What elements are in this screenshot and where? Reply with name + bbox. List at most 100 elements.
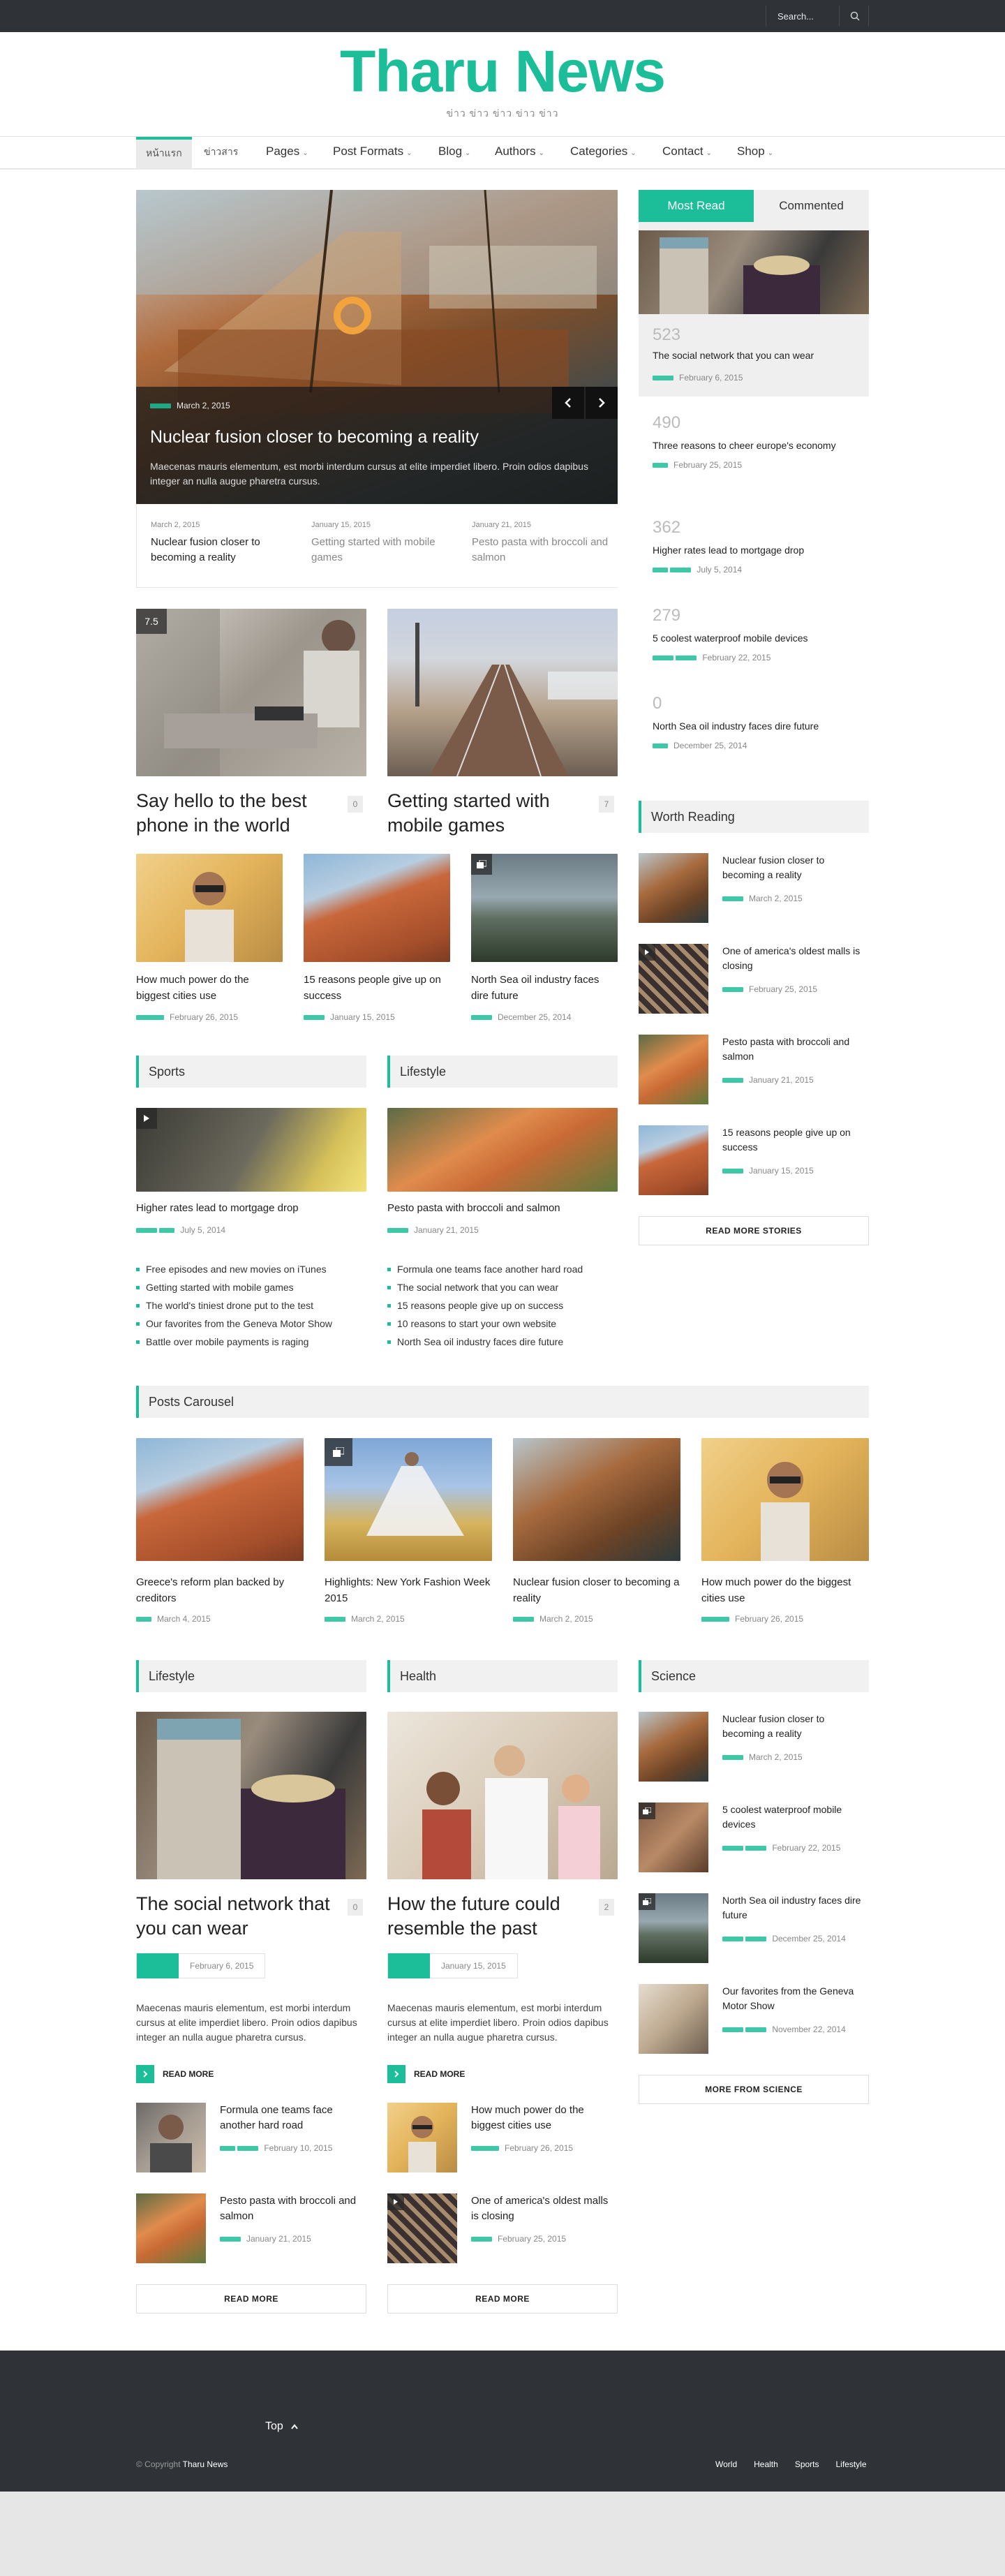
comment-count[interactable]: 2 <box>599 1899 614 1916</box>
post-thumbnail[interactable] <box>639 1125 708 1195</box>
section-heading-sports[interactable]: Sports <box>136 1056 366 1088</box>
carousel-title[interactable]: Highlights: New York Fashion Week 2015 <box>325 1575 492 1606</box>
category-chip[interactable] <box>388 1953 430 1978</box>
post-title[interactable]: Nuclear fusion closer to becoming a real… <box>722 853 869 882</box>
list-item[interactable]: 15 reasons people give up on success <box>387 1296 618 1315</box>
post-thumbnail[interactable] <box>639 1893 708 1963</box>
post-title[interactable]: Pesto pasta with broccoli and salmon <box>220 2193 366 2224</box>
category-chip[interactable] <box>745 1937 767 1942</box>
carousel-thumbnail[interactable] <box>513 1438 680 1561</box>
category-chip[interactable] <box>136 1617 151 1622</box>
comment-count[interactable]: 7 <box>599 796 614 813</box>
most-read-item[interactable]: 0 North Sea oil industry faces dire futur… <box>653 694 855 750</box>
post-title[interactable]: How much power do the biggest cities use <box>471 2103 618 2133</box>
post-title[interactable]: Pesto pasta with broccoli and salmon <box>387 1202 560 1214</box>
post-title[interactable]: North Sea oil industry faces dire future <box>471 972 618 1004</box>
more-from-science-button[interactable]: MORE FROM SCIENCE <box>639 2075 869 2104</box>
footer-link-world[interactable]: World <box>715 2459 737 2469</box>
post-title[interactable]: 15 reasons people give up on success <box>722 1125 869 1155</box>
category-chip[interactable] <box>701 1617 729 1622</box>
carousel-thumbnail[interactable] <box>325 1438 492 1561</box>
post-title[interactable]: The social network that you can wear <box>136 1892 338 1941</box>
nav-item-news[interactable]: ข่าวสาร <box>204 137 238 169</box>
post-thumbnail[interactable] <box>136 1712 366 1879</box>
post-title[interactable]: 15 reasons people give up on success <box>304 972 450 1004</box>
lifestyle-read-more-button[interactable]: READ MORE <box>136 2284 366 2314</box>
featured-title[interactable]: Say hello to the best phone in the world <box>136 789 338 838</box>
category-chip[interactable] <box>220 2237 241 2242</box>
nav-item-categories[interactable]: Categories ⌄ <box>570 137 636 169</box>
category-chip[interactable] <box>159 1228 175 1234</box>
category-chip[interactable] <box>387 1228 408 1234</box>
most-read-item[interactable]: 362 Higher rates lead to mortgage drop Ju… <box>653 518 855 575</box>
tab-most-read[interactable]: Most Read <box>639 190 754 222</box>
nav-item-pages[interactable]: Pages ⌄ <box>266 137 308 169</box>
carousel-title[interactable]: Greece's reform plan backed by creditors <box>136 1575 304 1606</box>
footer-link-lifestyle[interactable]: Lifestyle <box>836 2459 867 2469</box>
post-title[interactable]: Pesto pasta with broccoli and salmon <box>722 1035 869 1064</box>
section-heading-carousel[interactable]: Posts Carousel <box>136 1386 869 1418</box>
category-chip[interactable] <box>670 568 692 573</box>
section-heading-lifestyle[interactable]: Lifestyle <box>387 1056 618 1088</box>
hero-title[interactable]: Nuclear fusion closer to becoming a real… <box>150 427 479 447</box>
category-chip[interactable] <box>745 1846 767 1851</box>
list-item[interactable]: The social network that you can wear <box>387 1278 618 1296</box>
category-chip[interactable] <box>722 1755 743 1761</box>
category-chip[interactable] <box>136 1228 157 1234</box>
nav-item-blog[interactable]: Blog ⌄ <box>438 137 470 169</box>
hero-tab[interactable]: January 21, 2015 Pesto pasta with broccol… <box>472 521 611 565</box>
category-chip[interactable] <box>653 656 673 661</box>
category-chip[interactable] <box>471 1015 492 1021</box>
back-to-top-button[interactable]: Top <box>265 2420 299 2433</box>
copyright-brand[interactable]: Tharu News <box>183 2459 228 2469</box>
nav-item-contact[interactable]: Contact ⌄ <box>662 137 712 169</box>
most-read-item[interactable]: 490 Three reasons to cheer europe's econo… <box>653 413 855 470</box>
category-chip[interactable] <box>722 1937 743 1942</box>
category-chip[interactable] <box>220 2146 235 2152</box>
list-item[interactable]: Free episodes and new movies on iTunes <box>136 1260 366 1278</box>
section-heading-health[interactable]: Health <box>387 1660 618 1692</box>
category-chip[interactable] <box>722 987 743 993</box>
hero-prev-button[interactable] <box>552 387 584 419</box>
carousel-thumbnail[interactable] <box>701 1438 869 1561</box>
section-heading-science[interactable]: Science <box>639 1660 869 1692</box>
post-thumbnail[interactable] <box>639 1712 708 1782</box>
featured-title[interactable]: Getting started with mobile games <box>387 789 590 838</box>
post-thumbnail[interactable] <box>471 854 618 962</box>
post-thumbnail[interactable] <box>136 2193 206 2263</box>
category-chip[interactable] <box>471 2146 499 2152</box>
health-read-more-button[interactable]: READ MORE <box>387 2284 618 2314</box>
post-title[interactable]: Formula one teams face another hard road <box>220 2103 366 2133</box>
post-thumbnail[interactable] <box>136 2103 206 2172</box>
post-title[interactable]: How the future could resemble the past <box>387 1892 590 1941</box>
post-thumbnail[interactable] <box>136 1108 366 1192</box>
category-chip[interactable] <box>137 1953 179 1978</box>
post-thumbnail[interactable] <box>639 1984 708 2054</box>
featured-image[interactable]: 7.5 <box>136 609 366 776</box>
post-title[interactable]: One of america's oldest malls is closing <box>722 944 869 973</box>
list-item[interactable]: Getting started with mobile games <box>136 1278 366 1296</box>
site-logo[interactable]: Tharu News <box>0 38 1005 105</box>
category-chip[interactable] <box>653 743 668 749</box>
category-chip[interactable] <box>722 2027 743 2033</box>
hero-next-button[interactable] <box>586 387 618 419</box>
category-chip[interactable] <box>722 1846 743 1851</box>
list-item[interactable]: Our favorites from the Geneva Motor Show <box>136 1315 366 1333</box>
post-thumbnail[interactable] <box>387 2193 457 2263</box>
most-read-featured[interactable]: 523 The social network that you can wear… <box>639 222 869 397</box>
nav-item-authors[interactable]: Authors ⌄ <box>495 137 544 169</box>
footer-link-health[interactable]: Health <box>754 2459 778 2469</box>
carousel-title[interactable]: Nuclear fusion closer to becoming a real… <box>513 1575 680 1606</box>
post-thumbnail[interactable] <box>639 1035 708 1104</box>
post-title[interactable]: How much power do the biggest cities use <box>136 972 283 1004</box>
category-chip[interactable] <box>136 1015 164 1021</box>
carousel-thumbnail[interactable] <box>136 1438 304 1561</box>
post-thumbnail[interactable] <box>387 2103 457 2172</box>
hero-tab[interactable]: January 15, 2015 Getting started with mob… <box>311 521 451 565</box>
comment-count[interactable]: 0 <box>348 1899 363 1916</box>
post-title[interactable]: 5 coolest waterproof mobile devices <box>722 1803 869 1832</box>
carousel-title[interactable]: How much power do the biggest cities use <box>701 1575 869 1606</box>
post-title[interactable]: Our favorites from the Geneva Motor Show <box>722 1984 869 2013</box>
category-chip[interactable] <box>237 2146 259 2152</box>
read-more-link[interactable]: READ MORE <box>136 2065 214 2083</box>
